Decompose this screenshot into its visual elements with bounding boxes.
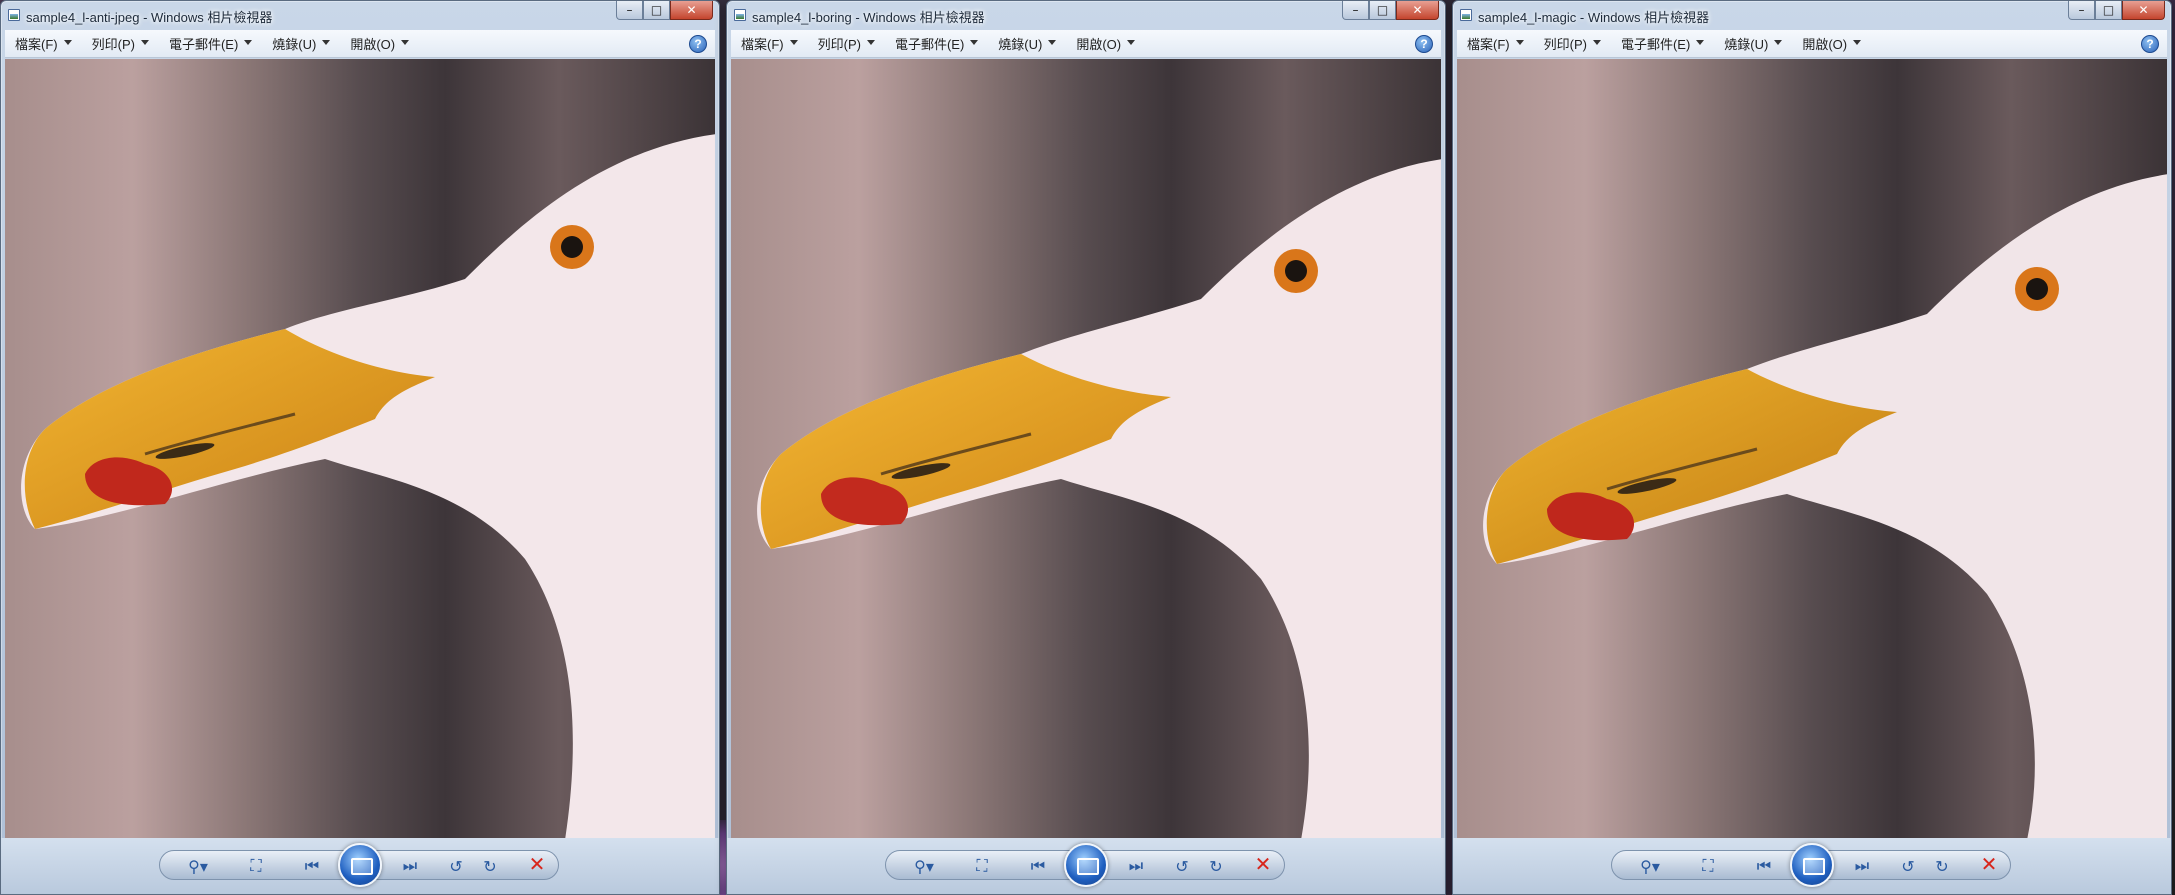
image-viewport[interactable] bbox=[1457, 59, 2167, 838]
slideshow-button[interactable] bbox=[338, 843, 382, 887]
rotate-clockwise-icon[interactable]: ↻ bbox=[1931, 855, 1953, 877]
menu-open[interactable]: 開啟(O) bbox=[1802, 34, 1861, 53]
zoom-icon[interactable]: ⚲▾ bbox=[913, 855, 935, 877]
close-button[interactable]: ✕ bbox=[1396, 1, 1439, 20]
menu-bar: 檔案(F) 列印(P) 電子郵件(E) 燒錄(U) 開啟(O) ? bbox=[1457, 30, 2167, 58]
menu-open[interactable]: 開啟(O) bbox=[350, 34, 409, 53]
photo-viewer-app-icon bbox=[1460, 9, 1472, 21]
menu-bar: 檔案(F) 列印(P) 電子郵件(E) 燒錄(U) 開啟(O) ? bbox=[731, 30, 1441, 58]
menu-file[interactable]: 檔案(F) bbox=[1467, 34, 1524, 53]
menu-burn[interactable]: 燒錄(U) bbox=[998, 34, 1057, 53]
previous-icon[interactable]: ⏮ bbox=[301, 855, 323, 877]
delete-icon[interactable]: ✕ bbox=[526, 852, 548, 876]
next-icon[interactable]: ⏭ bbox=[399, 855, 421, 877]
previous-icon[interactable]: ⏮ bbox=[1753, 855, 1775, 877]
close-button[interactable]: ✕ bbox=[670, 1, 713, 20]
photo-viewer-window: sample4_l-boring - Windows 相片檢視器 – □ ✕ 檔… bbox=[726, 0, 1446, 895]
window-title: sample4_l-anti-jpeg - Windows 相片檢視器 bbox=[26, 10, 273, 25]
photo-viewer-window: sample4_l-anti-jpeg - Windows 相片檢視器 – □ … bbox=[0, 0, 720, 895]
seagull-photo bbox=[757, 159, 1441, 838]
bottom-toolbar: ⚲▾ ⛶ ⏮ ⏭ ↺ ↻ ✕ bbox=[727, 838, 1445, 894]
next-icon[interactable]: ⏭ bbox=[1851, 855, 1873, 877]
title-bar[interactable]: sample4_l-magic - Windows 相片檢視器 – □ ✕ bbox=[1453, 1, 2171, 29]
rotate-counterclockwise-icon[interactable]: ↺ bbox=[1897, 855, 1919, 877]
fit-to-window-icon[interactable]: ⛶ bbox=[245, 855, 267, 877]
menu-burn[interactable]: 燒錄(U) bbox=[1724, 34, 1783, 53]
photo-viewer-window: sample4_l-magic - Windows 相片檢視器 – □ ✕ 檔案… bbox=[1452, 0, 2172, 895]
previous-icon[interactable]: ⏮ bbox=[1027, 855, 1049, 877]
rotate-clockwise-icon[interactable]: ↻ bbox=[479, 855, 501, 877]
rotate-clockwise-icon[interactable]: ↻ bbox=[1205, 855, 1227, 877]
help-icon[interactable]: ? bbox=[689, 35, 707, 53]
bottom-toolbar: ⚲▾ ⛶ ⏮ ⏭ ↺ ↻ ✕ bbox=[1453, 838, 2171, 894]
slideshow-button[interactable] bbox=[1790, 843, 1834, 887]
menu-email[interactable]: 電子郵件(E) bbox=[169, 34, 253, 53]
photo-viewer-app-icon bbox=[734, 9, 746, 21]
maximize-button[interactable]: □ bbox=[2095, 1, 2122, 20]
window-title: sample4_l-boring - Windows 相片檢視器 bbox=[752, 10, 985, 25]
rotate-counterclockwise-icon[interactable]: ↺ bbox=[445, 855, 467, 877]
menu-email[interactable]: 電子郵件(E) bbox=[1621, 34, 1705, 53]
menu-print[interactable]: 列印(P) bbox=[92, 34, 150, 53]
maximize-button[interactable]: □ bbox=[643, 1, 670, 20]
zoom-icon[interactable]: ⚲▾ bbox=[1639, 855, 1661, 877]
seagull-photo bbox=[21, 134, 715, 838]
menu-open[interactable]: 開啟(O) bbox=[1076, 34, 1135, 53]
rotate-counterclockwise-icon[interactable]: ↺ bbox=[1171, 855, 1193, 877]
menu-file[interactable]: 檔案(F) bbox=[15, 34, 72, 53]
delete-icon[interactable]: ✕ bbox=[1978, 852, 2000, 876]
minimize-button[interactable]: – bbox=[1342, 1, 1369, 20]
minimize-button[interactable]: – bbox=[2068, 1, 2095, 20]
menu-file[interactable]: 檔案(F) bbox=[741, 34, 798, 53]
window-title: sample4_l-magic - Windows 相片檢視器 bbox=[1478, 10, 1710, 25]
menu-email[interactable]: 電子郵件(E) bbox=[895, 34, 979, 53]
menu-print[interactable]: 列印(P) bbox=[1544, 34, 1602, 53]
seagull-photo bbox=[1483, 174, 2167, 838]
maximize-button[interactable]: □ bbox=[1369, 1, 1396, 20]
menu-burn[interactable]: 燒錄(U) bbox=[272, 34, 331, 53]
image-viewport[interactable] bbox=[731, 59, 1441, 838]
fit-to-window-icon[interactable]: ⛶ bbox=[1697, 855, 1719, 877]
zoom-icon[interactable]: ⚲▾ bbox=[187, 855, 209, 877]
menu-print[interactable]: 列印(P) bbox=[818, 34, 876, 53]
slideshow-button[interactable] bbox=[1064, 843, 1108, 887]
image-viewport[interactable] bbox=[5, 59, 715, 838]
minimize-button[interactable]: – bbox=[616, 1, 643, 20]
title-bar[interactable]: sample4_l-boring - Windows 相片檢視器 – □ ✕ bbox=[727, 1, 1445, 29]
photo-viewer-app-icon bbox=[8, 9, 20, 21]
close-button[interactable]: ✕ bbox=[2122, 1, 2165, 20]
title-bar[interactable]: sample4_l-anti-jpeg - Windows 相片檢視器 – □ … bbox=[1, 1, 719, 29]
help-icon[interactable]: ? bbox=[1415, 35, 1433, 53]
help-icon[interactable]: ? bbox=[2141, 35, 2159, 53]
delete-icon[interactable]: ✕ bbox=[1252, 852, 1274, 876]
next-icon[interactable]: ⏭ bbox=[1125, 855, 1147, 877]
menu-bar: 檔案(F) 列印(P) 電子郵件(E) 燒錄(U) 開啟(O) ? bbox=[5, 30, 715, 58]
bottom-toolbar: ⚲▾ ⛶ ⏮ ⏭ ↺ ↻ ✕ bbox=[1, 838, 719, 894]
fit-to-window-icon[interactable]: ⛶ bbox=[971, 855, 993, 877]
